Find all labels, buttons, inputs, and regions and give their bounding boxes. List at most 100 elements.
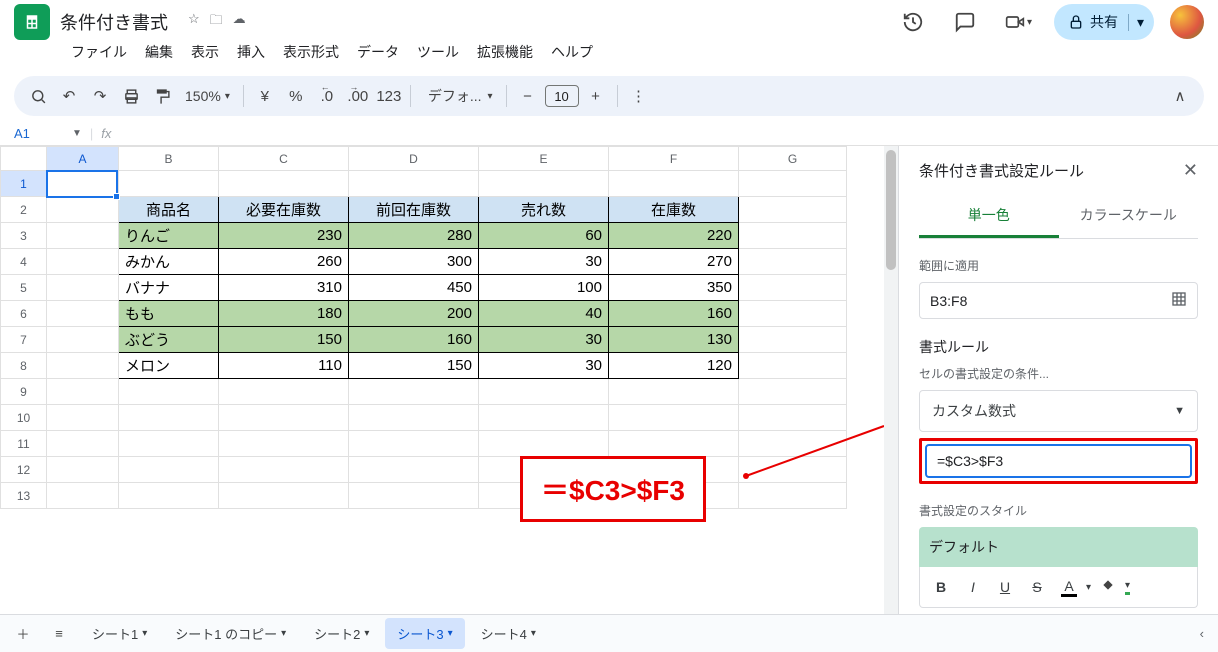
cell-C6[interactable]: 180 [219, 301, 349, 327]
menu-8[interactable]: ヘルプ [544, 38, 600, 66]
cell-D4[interactable]: 300 [349, 249, 479, 275]
cell-F8[interactable]: 120 [609, 353, 739, 379]
cell-G7[interactable] [739, 327, 847, 353]
cell-D12[interactable] [349, 457, 479, 483]
cell-E4[interactable]: 30 [479, 249, 609, 275]
fill-color-button[interactable] [1093, 573, 1123, 601]
cell-C8[interactable]: 110 [219, 353, 349, 379]
select-all-corner[interactable] [1, 147, 47, 171]
grid-select-icon[interactable] [1171, 291, 1187, 310]
paint-format-button[interactable] [148, 82, 176, 110]
doc-title[interactable]: 条件付き書式 [60, 9, 168, 35]
menu-3[interactable]: 挿入 [230, 38, 272, 66]
cell-B13[interactable] [119, 483, 219, 509]
sheet-tab-3[interactable]: シート3 ▾ [385, 618, 464, 649]
menu-1[interactable]: 編集 [138, 38, 180, 66]
cell-B2[interactable]: 商品名 [119, 197, 219, 223]
col-header-G[interactable]: G [739, 147, 847, 171]
menu-0[interactable]: ファイル [64, 38, 134, 66]
cell-A6[interactable] [47, 301, 119, 327]
cell-A11[interactable] [47, 431, 119, 457]
name-box[interactable]: A1 [10, 126, 64, 141]
col-header-E[interactable]: E [479, 147, 609, 171]
cell-B8[interactable]: メロン [119, 353, 219, 379]
cloud-icon[interactable]: ☁ [233, 11, 246, 33]
cell-C9[interactable] [219, 379, 349, 405]
cell-D11[interactable] [349, 431, 479, 457]
menu-2[interactable]: 表示 [184, 38, 226, 66]
condition-select[interactable]: カスタム数式 ▼ [919, 390, 1198, 432]
menu-5[interactable]: データ [350, 38, 406, 66]
cell-D7[interactable]: 160 [349, 327, 479, 353]
more-formats-button[interactable]: 123 [375, 82, 403, 110]
cell-C11[interactable] [219, 431, 349, 457]
cell-B3[interactable]: りんご [119, 223, 219, 249]
cell-B1[interactable] [119, 171, 219, 197]
cell-E2[interactable]: 売れ数 [479, 197, 609, 223]
formula-input[interactable]: =$C3>$F3 [925, 444, 1192, 478]
cell-B7[interactable]: ぶどう [119, 327, 219, 353]
decrease-decimal-button[interactable]: .0← [313, 82, 341, 110]
row-header-3[interactable]: 3 [1, 223, 47, 249]
all-sheets-button[interactable]: ≡ [44, 619, 74, 649]
comment-icon[interactable] [947, 4, 983, 40]
cell-E8[interactable]: 30 [479, 353, 609, 379]
cell-G5[interactable] [739, 275, 847, 301]
cell-B9[interactable] [119, 379, 219, 405]
cell-E3[interactable]: 60 [479, 223, 609, 249]
cell-B4[interactable]: みかん [119, 249, 219, 275]
collapse-toolbar-icon[interactable]: ∧ [1166, 82, 1194, 110]
menu-7[interactable]: 拡張機能 [470, 38, 540, 66]
sheet-tab-2[interactable]: シート2 ▾ [302, 618, 381, 649]
col-header-A[interactable]: A [47, 147, 119, 171]
history-icon[interactable] [895, 4, 931, 40]
cell-G2[interactable] [739, 197, 847, 223]
namebox-caret-icon[interactable]: ▼ [72, 128, 82, 139]
currency-button[interactable]: ¥ [251, 82, 279, 110]
row-header-8[interactable]: 8 [1, 353, 47, 379]
cell-F10[interactable] [609, 405, 739, 431]
spreadsheet-grid[interactable]: ABCDEFG12商品名必要在庫数前回在庫数売れ数在庫数3りんご23028060… [0, 146, 898, 624]
cell-A4[interactable] [47, 249, 119, 275]
cell-A12[interactable] [47, 457, 119, 483]
cell-C7[interactable]: 150 [219, 327, 349, 353]
sheet-tab-1[interactable]: シート1 のコピー ▾ [163, 618, 298, 649]
add-sheet-button[interactable]: ＋ [8, 619, 38, 649]
cell-B5[interactable]: バナナ [119, 275, 219, 301]
cell-A7[interactable] [47, 327, 119, 353]
move-icon[interactable]: 🗀 [210, 11, 223, 33]
cell-A2[interactable] [47, 197, 119, 223]
percent-button[interactable]: % [282, 82, 310, 110]
range-input[interactable]: B3:F8 [919, 282, 1198, 319]
sheet-tab-4[interactable]: シート4 ▾ [469, 618, 548, 649]
row-header-2[interactable]: 2 [1, 197, 47, 223]
undo-button[interactable]: ↶ [55, 82, 83, 110]
tab-color-scale[interactable]: カラースケール [1059, 195, 1199, 238]
row-header-10[interactable]: 10 [1, 405, 47, 431]
cell-F3[interactable]: 220 [609, 223, 739, 249]
cell-F5[interactable]: 350 [609, 275, 739, 301]
more-toolbar-icon[interactable]: ⋮ [625, 82, 653, 110]
row-header-6[interactable]: 6 [1, 301, 47, 327]
cell-A10[interactable] [47, 405, 119, 431]
print-button[interactable] [117, 82, 145, 110]
cell-F9[interactable] [609, 379, 739, 405]
cell-G9[interactable] [739, 379, 847, 405]
cell-G13[interactable] [739, 483, 847, 509]
share-button[interactable]: 共有 ▾ [1054, 4, 1154, 40]
cell-A1[interactable] [47, 171, 119, 197]
close-icon[interactable]: ✕ [1183, 160, 1198, 181]
cell-B11[interactable] [119, 431, 219, 457]
cell-F4[interactable]: 270 [609, 249, 739, 275]
cell-D3[interactable]: 280 [349, 223, 479, 249]
cell-E10[interactable] [479, 405, 609, 431]
strike-button[interactable]: S [1022, 573, 1052, 601]
star-icon[interactable]: ☆ [188, 11, 200, 33]
tab-single-color[interactable]: 単一色 [919, 195, 1059, 238]
font-size-plus[interactable]: + [582, 82, 610, 110]
menu-4[interactable]: 表示形式 [276, 38, 346, 66]
menu-6[interactable]: ツール [410, 38, 466, 66]
redo-button[interactable]: ↷ [86, 82, 114, 110]
row-header-1[interactable]: 1 [1, 171, 47, 197]
cell-C1[interactable] [219, 171, 349, 197]
